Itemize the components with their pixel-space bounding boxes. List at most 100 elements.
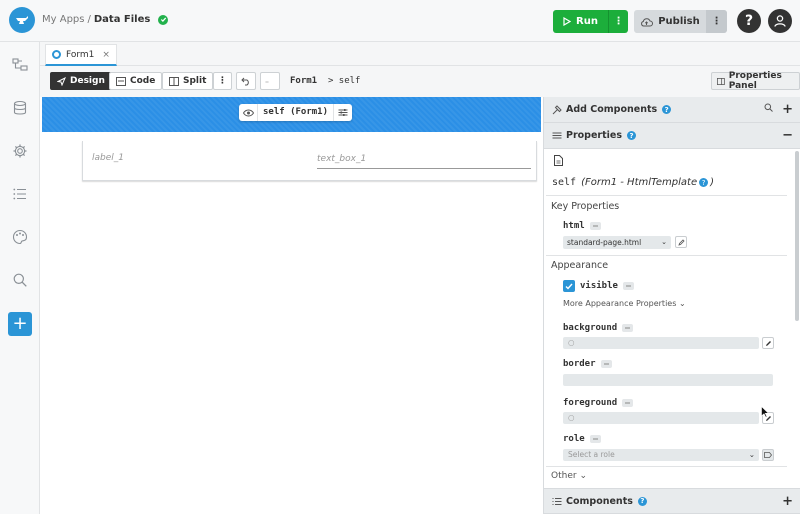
help-circle-icon[interactable]: ? [637, 496, 647, 506]
border-label: border [563, 359, 596, 369]
role-select[interactable]: Select a role ⌄ [563, 449, 759, 461]
background-color-input[interactable]: ○ [563, 337, 759, 349]
help-circle-icon[interactable]: ? [662, 105, 672, 114]
design-label: Design [70, 76, 105, 86]
link-icon[interactable] [622, 399, 634, 407]
plus-icon[interactable]: + [782, 102, 793, 117]
check-circle-icon [158, 14, 169, 25]
breadcrumb-my-apps[interactable]: My Apps [42, 14, 84, 25]
cloud-upload-icon [641, 17, 654, 26]
search-icon[interactable] [11, 271, 29, 289]
tab-form1[interactable]: Form1 × [45, 44, 117, 66]
publish-main[interactable]: Publish [634, 10, 706, 33]
database-icon[interactable] [11, 99, 29, 117]
eye-icon[interactable] [239, 104, 257, 121]
right-panel: Add Components ? + Properties ? − self (… [543, 97, 800, 514]
foreground-color-input[interactable]: ○ [563, 412, 759, 424]
editor-toolbar: Design Code Split ⋮ – Form1 > self Prope… [40, 67, 800, 97]
split-view-button[interactable]: Split [162, 72, 214, 90]
play-icon [563, 17, 572, 26]
visible-property-label: visible [580, 281, 634, 291]
link-icon[interactable] [589, 222, 601, 230]
properties-panel-button[interactable]: Properties Panel [711, 71, 800, 91]
theme-palette-icon[interactable] [11, 228, 29, 246]
more-appearance-toggle[interactable]: More Appearance Properties ⌄ [563, 299, 686, 308]
visible-label: visible [580, 281, 618, 291]
selection-pill: self (Form1) [239, 104, 352, 121]
code-label: Code [130, 76, 156, 86]
visible-checkbox[interactable] [563, 280, 575, 292]
breadcrumb-current-app[interactable]: Data Files [94, 14, 150, 25]
redo-icon: – [265, 76, 269, 86]
link-icon[interactable] [600, 360, 612, 368]
search-icon[interactable] [764, 103, 773, 115]
app-tree-icon[interactable] [11, 56, 29, 74]
foreground-property-label: foreground [563, 398, 634, 408]
plus-icon[interactable]: + [782, 494, 793, 509]
help-circle-icon[interactable]: ? [627, 131, 636, 140]
link-icon[interactable] [622, 282, 634, 290]
components-header[interactable]: Components ? + [544, 488, 800, 514]
properties-panel-label: Properties Panel [728, 71, 782, 91]
run-button[interactable]: Run ⋮ [553, 10, 628, 33]
user-avatar-button[interactable] [768, 9, 792, 33]
anvil-logo-icon[interactable] [9, 7, 35, 33]
form-header-selected[interactable]: self (Form1) [42, 97, 541, 132]
form-content-panel[interactable]: label_1 text_box_1 [82, 141, 537, 181]
properties-header[interactable]: Properties ? − [544, 123, 800, 149]
list-icon[interactable] [11, 185, 29, 203]
other-section-toggle[interactable]: Other ⌄ [551, 471, 587, 481]
label-1-placeholder[interactable]: label_1 [92, 153, 124, 163]
edit-pencil-button[interactable] [675, 236, 687, 248]
border-input[interactable] [563, 374, 773, 386]
breadcrumb: My Apps / Data Files [42, 14, 169, 25]
close-tab-icon[interactable]: × [102, 50, 110, 60]
design-canvas[interactable]: self (Form1) label_1 text_box_1 [40, 97, 543, 514]
html-template-dropdown[interactable]: standard-page.html ⌄ [563, 236, 671, 249]
path-self[interactable]: self [339, 76, 361, 86]
run-main[interactable]: Run [553, 10, 608, 33]
other-label: Other [551, 471, 577, 481]
component-identity: self (Form1 - HtmlTemplate ? ) [552, 177, 714, 188]
html-label: html [563, 221, 585, 231]
add-plus-button[interactable]: + [8, 312, 32, 336]
publish-button[interactable]: Publish ⋮ [634, 10, 727, 33]
design-view-button[interactable]: Design [50, 72, 112, 90]
background-color-picker-button[interactable] [762, 337, 774, 349]
html-property-label: html [563, 221, 601, 231]
properties-body: self (Form1 - HtmlTemplate ? ) Key Prope… [544, 149, 793, 488]
code-view-button[interactable]: Code [109, 72, 163, 90]
send-design-icon [57, 76, 66, 86]
background-property-label: background [563, 323, 634, 333]
chevron-down-icon: ⌄ [661, 238, 667, 246]
publish-more-button[interactable]: ⋮ [706, 10, 727, 33]
settings-gear-icon[interactable] [11, 142, 29, 160]
text-box-1[interactable]: text_box_1 [317, 151, 531, 169]
components-label: Components [566, 495, 633, 507]
path-form1[interactable]: Form1 [290, 76, 317, 86]
properties-scrollbar[interactable] [794, 149, 800, 488]
undo-icon [241, 77, 249, 86]
toolbar-more-button[interactable]: ⋮ [213, 72, 232, 90]
user-icon [774, 15, 786, 27]
sliders-icon[interactable] [334, 104, 352, 121]
more-appearance-label: More Appearance Properties [563, 299, 677, 308]
scrollbar-thumb[interactable] [795, 151, 799, 321]
run-more-button[interactable]: ⋮ [608, 10, 628, 33]
link-icon[interactable] [622, 324, 634, 332]
help-circle-icon[interactable]: ? [699, 178, 709, 187]
add-components-header[interactable]: Add Components ? + [544, 97, 800, 123]
collapse-minus-icon[interactable]: − [782, 128, 793, 143]
background-label: background [563, 323, 618, 333]
chevron-down-icon: ⌄ [579, 471, 587, 481]
pencil-icon [677, 238, 685, 246]
chevron-down-icon: ⌄ [748, 450, 755, 459]
plus-icon: + [12, 313, 28, 334]
help-button[interactable]: ? [737, 9, 761, 33]
undo-button[interactable] [236, 72, 256, 90]
role-tag-button[interactable] [762, 449, 774, 461]
html-template-value: standard-page.html [567, 238, 642, 247]
redo-button[interactable]: – [260, 72, 280, 90]
link-icon[interactable] [589, 435, 601, 443]
component-path: Form1 > self [290, 76, 360, 86]
